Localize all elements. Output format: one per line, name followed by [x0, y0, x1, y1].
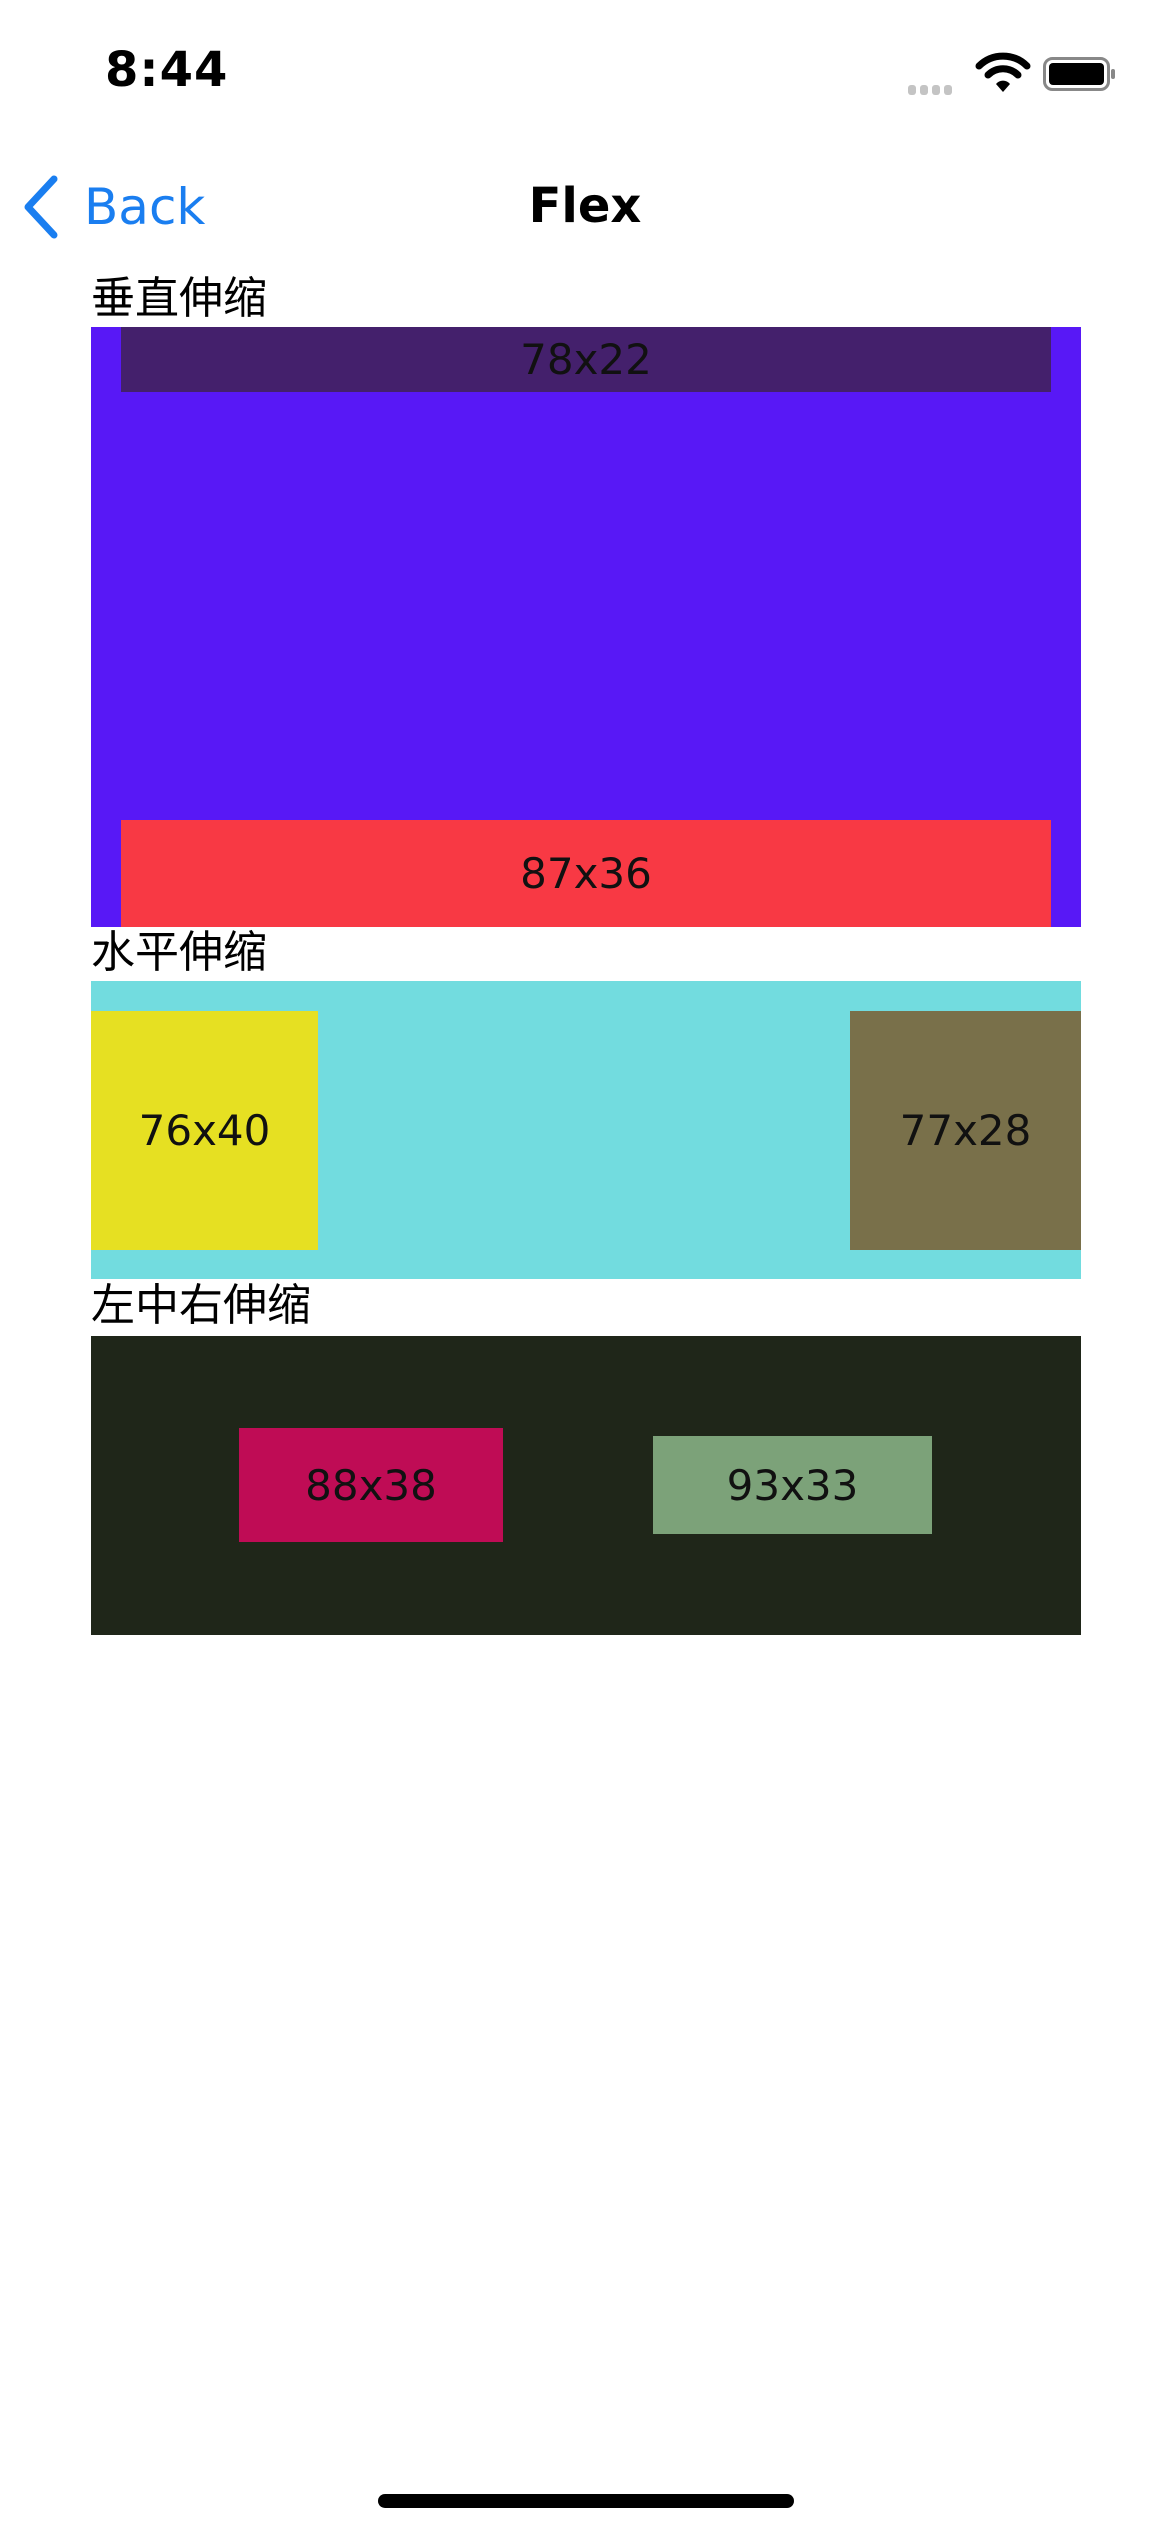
page-title: Flex [528, 178, 642, 234]
home-indicator[interactable] [378, 2494, 794, 2508]
section-label-horizontal: 水平伸缩 [91, 927, 267, 978]
cellular-signal-icon [908, 80, 956, 99]
flex-item-78x22: 78x22 [121, 327, 1051, 392]
battery-icon [1043, 57, 1117, 91]
section-label-left-center-right: 左中右伸缩 [91, 1280, 311, 1331]
flex-item-87x36: 87x36 [121, 820, 1051, 927]
flex-item-76x40: 76x40 [91, 1011, 318, 1250]
flex-item-93x33: 93x33 [653, 1436, 932, 1534]
wifi-icon [975, 50, 1031, 94]
flex-item-77x28: 77x28 [850, 1011, 1081, 1250]
flex-item-88x38: 88x38 [239, 1428, 503, 1542]
status-time: 8:44 [105, 42, 229, 98]
section-label-vertical: 垂直伸缩 [91, 273, 267, 324]
